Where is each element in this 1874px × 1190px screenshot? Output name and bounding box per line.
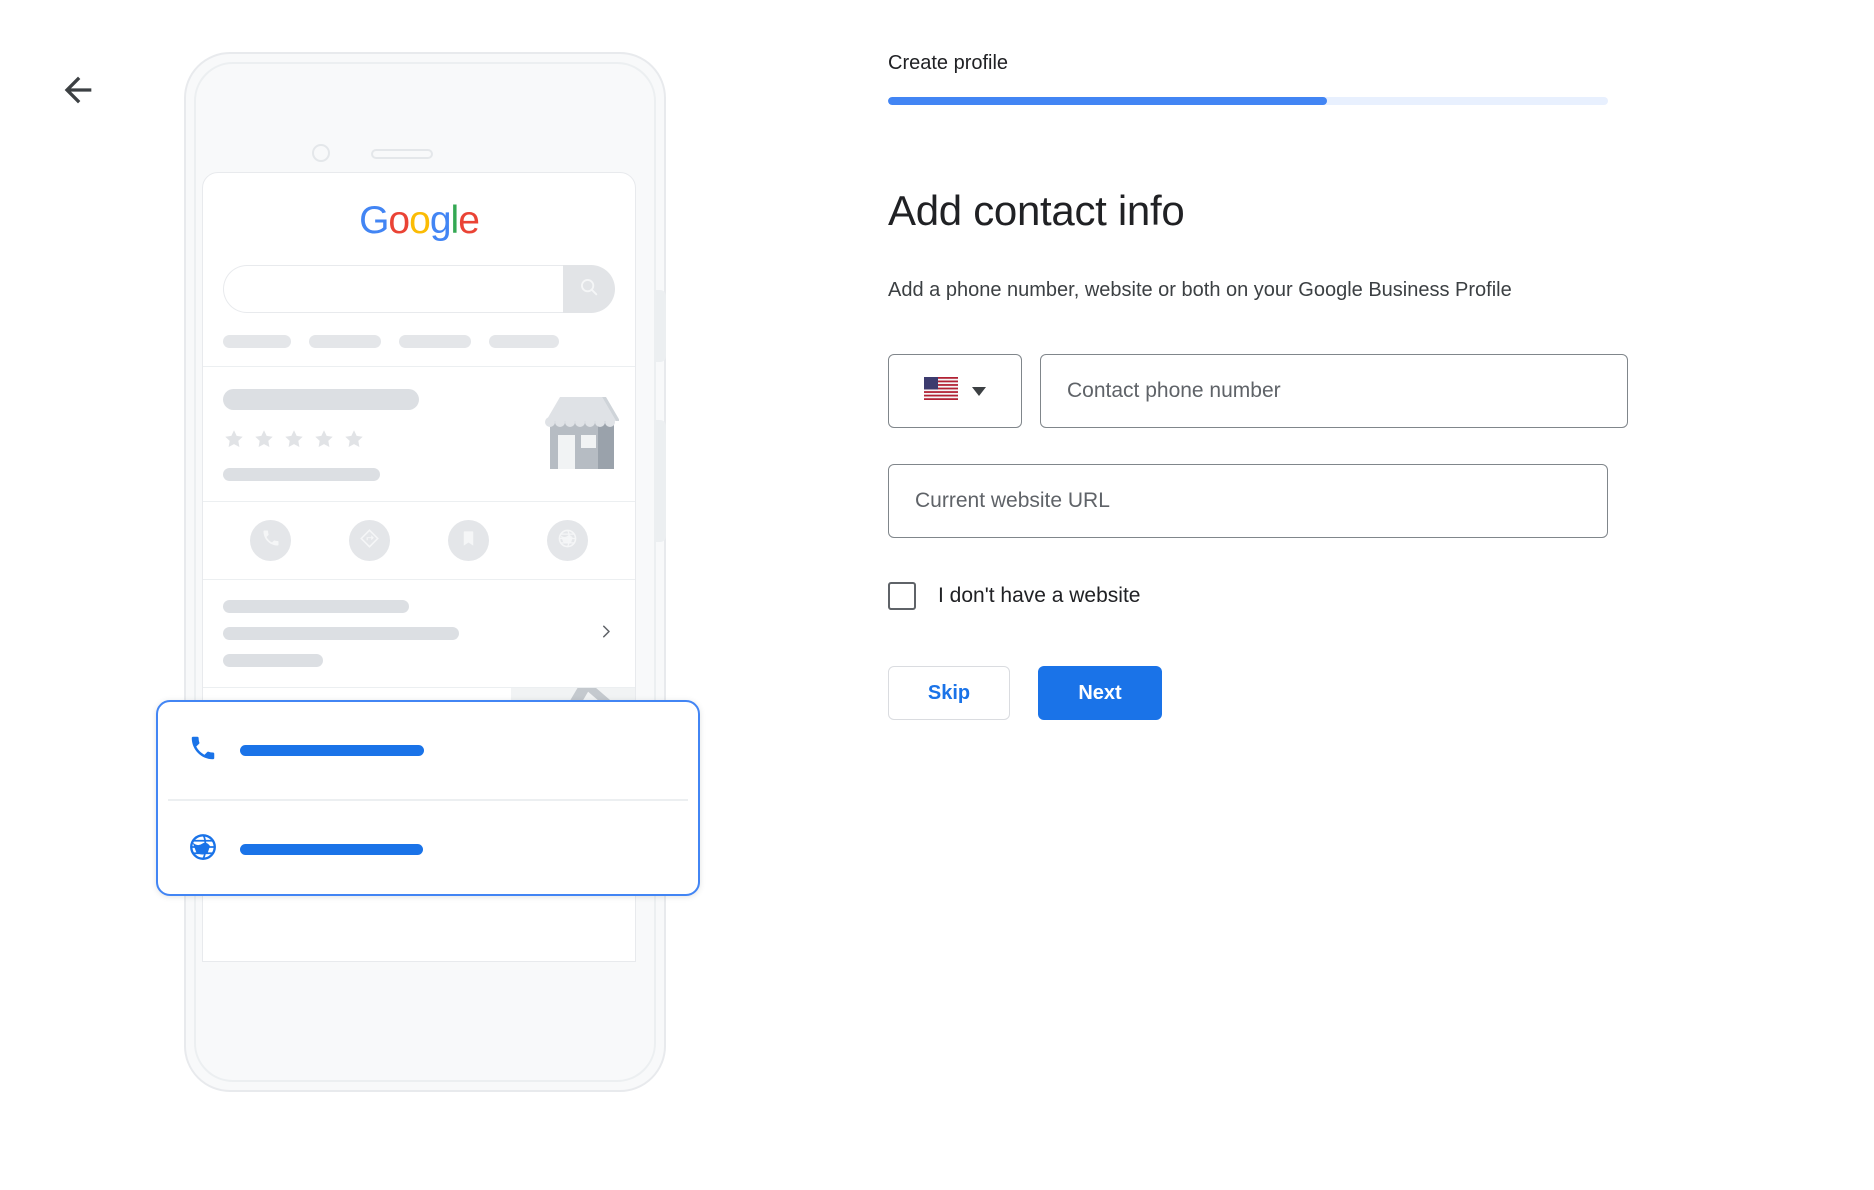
phone-input-row bbox=[888, 354, 1628, 428]
filter-chips-row bbox=[223, 335, 615, 348]
search-icon bbox=[578, 276, 600, 303]
phone-side-button-power bbox=[654, 420, 666, 542]
website-url-input[interactable] bbox=[913, 488, 1583, 514]
caret-down-icon bbox=[972, 386, 986, 396]
filter-chip[interactable] bbox=[309, 335, 381, 348]
no-website-checkbox[interactable] bbox=[888, 582, 916, 610]
phone-side-button-volume bbox=[654, 290, 666, 362]
progress-bar bbox=[888, 97, 1608, 105]
country-code-selector[interactable] bbox=[888, 354, 1022, 428]
filter-chip[interactable] bbox=[489, 335, 559, 348]
star-icon bbox=[253, 428, 275, 450]
star-icon bbox=[223, 428, 245, 450]
no-website-label: I don't have a website bbox=[938, 584, 1141, 607]
phone-illustration: Google bbox=[156, 52, 700, 1092]
chevron-right-icon bbox=[597, 622, 615, 645]
phone-field-wrap[interactable] bbox=[1040, 354, 1628, 428]
directions-button[interactable] bbox=[349, 520, 390, 561]
star-icon bbox=[343, 428, 365, 450]
star-icon bbox=[313, 428, 335, 450]
next-button[interactable]: Next bbox=[1038, 666, 1162, 720]
search-button[interactable] bbox=[563, 265, 615, 313]
google-logo: Google bbox=[359, 199, 480, 242]
directions-icon bbox=[359, 528, 380, 554]
star-icon bbox=[283, 428, 305, 450]
business-summary-card bbox=[203, 366, 635, 501]
contact-phone-input[interactable] bbox=[1065, 378, 1603, 404]
list-line bbox=[223, 600, 409, 613]
highlight-phone-line bbox=[240, 745, 424, 756]
list-line bbox=[223, 654, 323, 667]
page-title: Add contact info bbox=[888, 187, 1185, 234]
website-field-wrap[interactable] bbox=[888, 464, 1608, 538]
storefront-icon bbox=[534, 389, 620, 477]
highlight-website-line bbox=[240, 843, 423, 855]
filter-chip[interactable] bbox=[223, 335, 291, 348]
us-flag-icon bbox=[924, 377, 958, 405]
action-buttons-row bbox=[203, 501, 635, 579]
save-bookmark-icon bbox=[459, 529, 478, 553]
highlight-website-row bbox=[158, 801, 698, 898]
save-button[interactable] bbox=[448, 520, 489, 561]
website-button[interactable] bbox=[547, 520, 588, 561]
business-name-placeholder bbox=[223, 389, 419, 410]
page-subtitle: Add a phone number, website or both on y… bbox=[888, 279, 1512, 301]
back-button[interactable] bbox=[58, 70, 98, 110]
arrow-back-icon bbox=[58, 70, 98, 110]
highlight-phone-row bbox=[158, 702, 698, 799]
contact-info-highlight-card bbox=[156, 700, 700, 896]
call-button[interactable] bbox=[250, 520, 291, 561]
skip-button[interactable]: Skip bbox=[888, 666, 1010, 720]
call-icon bbox=[261, 528, 281, 553]
no-website-checkbox-row[interactable]: I don't have a website bbox=[888, 582, 1628, 610]
form-panel: Create profile Add contact info Add a ph… bbox=[888, 52, 1628, 720]
list-line bbox=[223, 627, 459, 640]
camera-dot-icon bbox=[312, 144, 330, 162]
search-input[interactable] bbox=[223, 265, 563, 313]
step-label: Create profile bbox=[888, 52, 1009, 74]
form-actions: Skip Next bbox=[888, 666, 1628, 720]
website-globe-icon bbox=[557, 528, 578, 554]
speaker-slot-icon bbox=[371, 149, 433, 159]
phone-icon bbox=[188, 733, 222, 768]
filter-chip[interactable] bbox=[399, 335, 471, 348]
business-category-placeholder bbox=[223, 468, 380, 481]
globe-icon bbox=[188, 832, 222, 867]
page-root: Google Create profile Add contact info A… bbox=[0, 0, 1874, 1190]
list-item[interactable] bbox=[203, 579, 635, 687]
search-bar[interactable] bbox=[223, 265, 615, 313]
progress-bar-fill bbox=[888, 97, 1328, 105]
